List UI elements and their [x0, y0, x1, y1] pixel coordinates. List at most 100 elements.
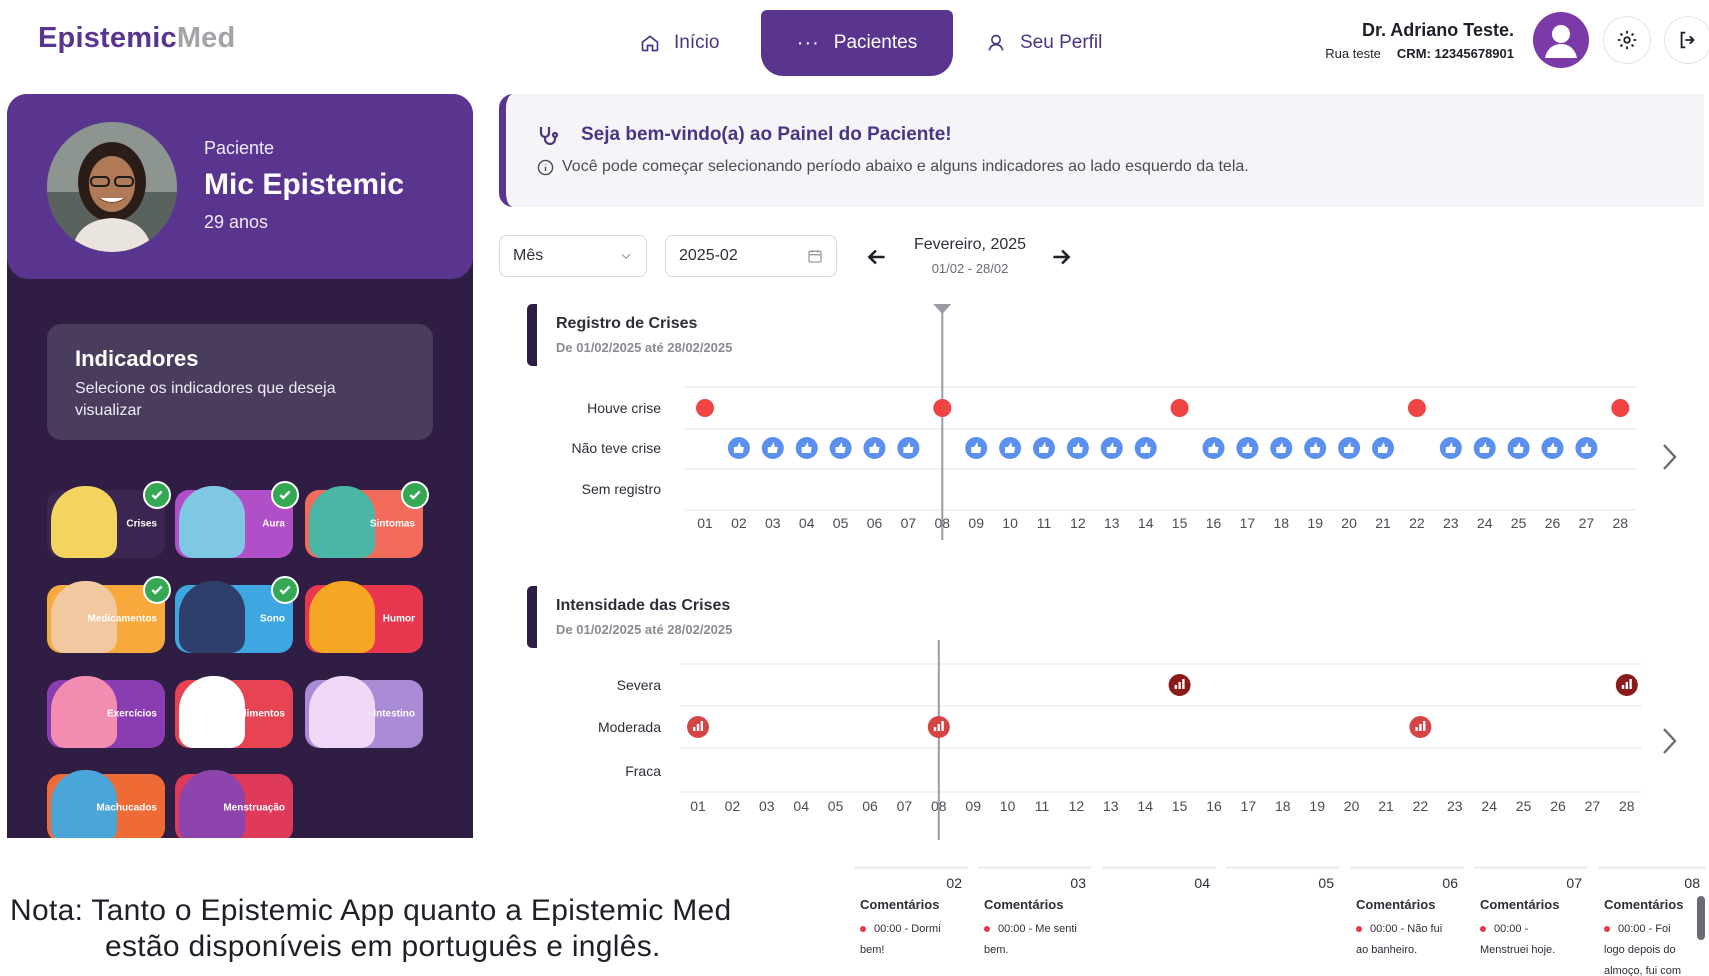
- chart-tick-label: 04: [793, 798, 809, 814]
- dashboard-page: EpistemicMed Início ··· Pacientes Seu Pe…: [0, 0, 1709, 976]
- signal-icon-bar: [1174, 685, 1177, 689]
- chart-tick-label: 15: [1172, 515, 1188, 531]
- comment-line: bem.: [984, 944, 1009, 956]
- chart-tick-label: 23: [1443, 515, 1459, 531]
- chart-tick-label: 06: [867, 515, 883, 531]
- comment-line: logo depois do: [1604, 944, 1676, 956]
- chart-tick-label: 05: [833, 515, 849, 531]
- chart-tick-label: 14: [1137, 798, 1153, 814]
- chart-tick-label: 24: [1477, 515, 1493, 531]
- comment-column: 07 Comentários 00:00 - Menstruei hoje.: [1474, 866, 1588, 976]
- chart-tick-label: 27: [1585, 798, 1601, 814]
- comments-scrollbar[interactable]: [1697, 896, 1705, 940]
- chart-tick-label: 27: [1579, 515, 1595, 531]
- comment-day: 03: [1070, 875, 1086, 891]
- comment-dot-icon: [984, 926, 990, 933]
- chart-tick-label: 11: [1037, 515, 1052, 531]
- crisis-point: [1407, 399, 1426, 417]
- comment-title: Comentários: [860, 897, 940, 912]
- comment-text: 00:00 - Menstruei hoje.: [1480, 919, 1584, 961]
- chart-tick-label: 13: [1104, 515, 1120, 531]
- comment-line: 00:00 - Dormi: [860, 919, 964, 940]
- chart-tick-label: 10: [1000, 798, 1016, 814]
- comment-dot-icon: [860, 926, 866, 933]
- comment-day: 08: [1684, 875, 1700, 891]
- chart-tick-label: 26: [1550, 798, 1566, 814]
- crisis-point: [1170, 399, 1189, 417]
- comment-column: 04: [1102, 866, 1216, 976]
- signal-icon-bar: [1415, 727, 1418, 731]
- signal-icon-bar: [696, 724, 700, 731]
- chart-tick-label: 05: [828, 798, 844, 814]
- chart-tick-label: 11: [1035, 798, 1050, 814]
- note-line-2: estão disponíveis em português e inglês.: [105, 930, 661, 963]
- language-note: Nota: Tanto o Epistemic App quanto a Epi…: [10, 893, 732, 965]
- chevron-right-icon: [1663, 444, 1677, 470]
- comment-line: bem!: [860, 944, 885, 956]
- chart-tick-label: 22: [1413, 798, 1429, 814]
- chart-tick-label: 09: [965, 798, 981, 814]
- comment-text: 00:00 - Foi logo depois do almoço, fui com: [1604, 919, 1708, 976]
- comment-column: 06 Comentários 00:00 - Não fui ao banheiro.: [1350, 866, 1464, 976]
- signal-icon-bar: [1423, 721, 1426, 731]
- comment-dot-icon: [1480, 926, 1486, 933]
- chart-tick-label: 23: [1447, 798, 1463, 814]
- day-marker-handle: [933, 304, 952, 314]
- chart-tick-label: 02: [731, 515, 747, 531]
- chart-tick-label: 20: [1344, 798, 1360, 814]
- comment-dot-icon: [1604, 926, 1610, 933]
- chevron-right-icon: [1663, 728, 1677, 754]
- chart-tick-label: 03: [765, 515, 781, 531]
- chart-tick-label: 12: [1069, 798, 1085, 814]
- comment-day: 07: [1566, 875, 1582, 891]
- comment-line: 00:00 - Foi: [1604, 919, 1708, 940]
- chart-tick-label: 28: [1619, 798, 1635, 814]
- chart-tick-label: 25: [1516, 798, 1532, 814]
- comment-column: 08 Comentários 00:00 - Foi logo depois do al…: [1598, 866, 1706, 976]
- comment-day: 05: [1318, 875, 1334, 891]
- chart-tick-label: 12: [1070, 515, 1086, 531]
- chart-tick-label: 18: [1274, 515, 1290, 531]
- chart-row-label: Sem registro: [582, 481, 662, 497]
- comment-title: Comentários: [1356, 897, 1436, 912]
- chart-tick-label: 15: [1172, 798, 1188, 814]
- chart-row-label: Não teve crise: [572, 440, 662, 456]
- crisis-point: [696, 399, 714, 417]
- chart-tick-label: 13: [1103, 798, 1119, 814]
- comment-column: 02 Comentários 00:00 - Dormi bem!: [854, 866, 968, 976]
- comment-day: 02: [946, 875, 962, 891]
- chart-tick-label: 02: [725, 798, 741, 814]
- chart-tick-label: 19: [1309, 798, 1325, 814]
- signal-icon-bar: [1625, 682, 1628, 689]
- comment-line: 00:00 - Me senti: [984, 919, 1088, 940]
- chart-tick-label: 01: [697, 515, 713, 531]
- signal-icon-bar: [1629, 679, 1632, 689]
- chart-tick-label: 18: [1275, 798, 1291, 814]
- signal-icon-bar: [937, 724, 940, 731]
- comment-title: Comentários: [1480, 897, 1560, 912]
- comment-line: Menstruei hoje.: [1480, 944, 1556, 956]
- comment-text: 00:00 - Dormi bem!: [860, 919, 964, 961]
- chart-tick-label: 04: [799, 515, 815, 531]
- comment-text: 00:00 - Não fui ao banheiro.: [1356, 919, 1460, 961]
- chart-row-label: Houve crise: [587, 400, 661, 416]
- comment-dot-icon: [1356, 926, 1362, 933]
- chart-tick-label: 24: [1481, 798, 1497, 814]
- signal-icon-bar: [1178, 682, 1181, 689]
- chart-row-label: Severa: [617, 677, 662, 693]
- chart-tick-label: 17: [1241, 798, 1257, 814]
- comment-day: 06: [1442, 875, 1458, 891]
- comment-column: 03 Comentários 00:00 - Me senti bem.: [978, 866, 1092, 976]
- note-label: Nota:: [10, 894, 84, 927]
- chart-tick-label: 07: [897, 798, 913, 814]
- charts-canvas: Houve crise Não teve crise Sem registro 01 0…: [572, 304, 1677, 840]
- comment-text: 00:00 - Me senti bem.: [984, 919, 1088, 961]
- chart-tick-label: 06: [862, 798, 878, 814]
- chart-tick-label: 07: [901, 515, 917, 531]
- signal-icon-bar: [693, 727, 696, 731]
- chart-tick-label: 16: [1206, 515, 1222, 531]
- comment-title: Comentários: [984, 897, 1064, 912]
- chart-tick-label: 22: [1409, 515, 1425, 531]
- signal-icon-bar: [933, 727, 937, 731]
- comment-day: 04: [1194, 875, 1210, 891]
